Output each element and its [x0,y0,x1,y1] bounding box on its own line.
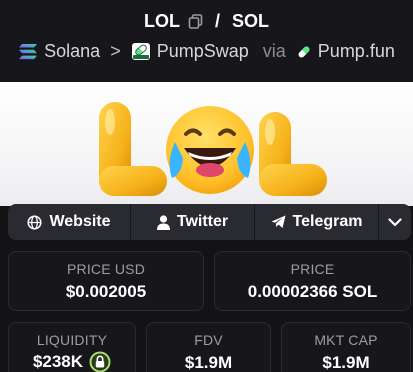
website-button[interactable]: Website [8,204,131,240]
price-usd-value: $0.002005 [65,282,147,301]
paper-plane-icon [271,215,286,229]
price-native-card: PRICE 0.00002366 SOL [214,251,411,311]
breadcrumb-separator: > [110,41,121,61]
market-cap-card: MKT CAP $1.9M [281,322,411,372]
token-banner [0,82,413,206]
letter-l-left [99,102,167,196]
telegram-button[interactable]: Telegram [255,204,379,240]
copy-icon[interactable] [188,14,203,29]
pair-header: LOL / SOL Solana > PumpSwap via Pump.fun [0,0,413,82]
social-links-bar: Website Twitter Telegram [8,204,411,240]
pair-separator: / [214,11,220,31]
user-icon [156,214,170,230]
market-cap-value: $1.9M [322,353,370,372]
website-label: Website [49,213,111,230]
price-native-value: 0.00002366 SOL [247,282,378,301]
chain-link[interactable]: Solana [44,41,100,62]
globe-icon [27,214,43,230]
price-usd-label: PRICE USD [66,261,146,277]
twitter-button[interactable]: Twitter [131,204,255,240]
fdv-label: FDV [194,332,223,348]
liquidity-label: LIQUIDITY [36,332,108,348]
fdv-card: FDV $1.9M [146,322,271,372]
pumpfun-pill-icon [296,44,312,60]
breadcrumb: Solana > PumpSwap via Pump.fun [0,41,413,62]
liquidity-card: LIQUIDITY $238K [8,322,136,372]
via-label: via [262,41,286,61]
token-banner-logo [99,102,327,196]
letter-l-right [259,112,327,196]
more-links-button[interactable] [379,204,411,240]
market-cap-label: MKT CAP [314,332,378,348]
price-usd-card: PRICE USD $0.002005 [8,251,204,311]
quote-token-symbol: SOL [232,11,270,31]
chevron-down-icon [388,217,402,227]
base-token-symbol: LOL [143,11,180,31]
fdv-value: $1.9M [184,353,233,372]
laughing-emoji [166,106,254,194]
launchpad-link[interactable]: Pump.fun [318,41,395,62]
lock-icon[interactable] [89,351,111,372]
pair-title: LOL / SOL [0,11,413,32]
telegram-label: Telegram [292,213,363,230]
dex-link[interactable]: PumpSwap [157,41,249,62]
liquidity-value-row: $238K [9,351,135,372]
solana-icon [18,43,38,60]
pumpswap-icon [131,42,151,61]
twitter-label: Twitter [176,213,229,230]
liquidity-value: $238K [32,352,84,371]
price-native-label: PRICE [290,261,335,277]
